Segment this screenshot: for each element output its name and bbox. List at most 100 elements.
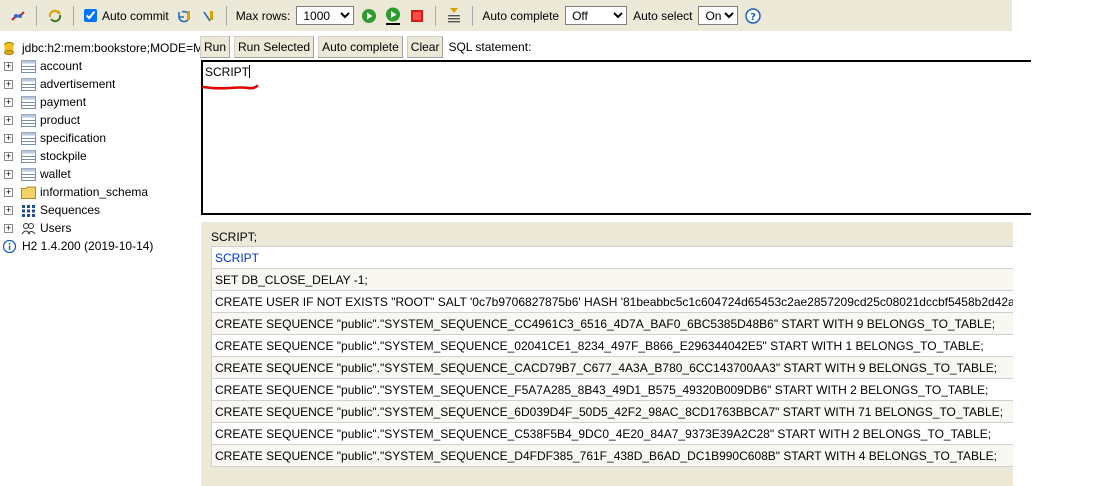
toolbar-separator [225, 5, 227, 26]
folder-icon [21, 186, 36, 199]
table-row: CREATE USER IF NOT EXISTS "ROOT" SALT '0… [211, 290, 1013, 313]
result-cell: CREATE SEQUENCE "public"."SYSTEM_SEQUENC… [211, 334, 1013, 357]
expand-icon[interactable]: + [4, 151, 13, 161]
connection-url: jdbc:h2:mem:bookstore;MODE=M [22, 41, 200, 55]
tree-item-account[interactable]: + account [0, 57, 82, 75]
expand-icon[interactable]: + [4, 133, 13, 143]
results-panel: SCRIPT; SCRIPT SET DB_CLOSE_DELAY -1; CR… [201, 222, 1013, 486]
table-row: CREATE SEQUENCE "public"."SYSTEM_SEQUENC… [211, 444, 1013, 467]
expand-icon[interactable]: + [4, 205, 13, 215]
disconnect-icon[interactable] [9, 7, 27, 25]
users-icon [21, 222, 36, 234]
run-selected-icon[interactable] [384, 7, 402, 25]
result-cell: CREATE SEQUENCE "public"."SYSTEM_SEQUENC… [211, 378, 1013, 401]
refresh-icon[interactable] [46, 7, 64, 25]
table-row: CREATE SEQUENCE "public"."SYSTEM_SEQUENC… [211, 378, 1013, 401]
table-icon [21, 131, 36, 145]
toolbar: Auto commit Max rows: 1000 Auto complete… [0, 0, 1012, 31]
run-selected-button[interactable]: Run Selected [234, 36, 315, 58]
table-icon [21, 95, 36, 109]
table-row: SET DB_CLOSE_DELAY -1; [211, 268, 1013, 291]
table-row: CREATE SEQUENCE "public"."SYSTEM_SEQUENC… [211, 400, 1013, 423]
tree-label: stockpile [40, 149, 87, 163]
info-icon [3, 239, 16, 253]
toolbar-separator [435, 5, 437, 26]
auto-complete-select[interactable]: Off [565, 6, 628, 25]
expand-icon[interactable]: + [4, 169, 13, 179]
table-row: CREATE SEQUENCE "public"."SYSTEM_SEQUENC… [211, 312, 1013, 335]
tree-item-sequences[interactable]: + Sequences [0, 201, 100, 219]
expand-icon[interactable]: + [4, 115, 13, 125]
max-rows-select[interactable]: 1000 [296, 6, 355, 25]
toolbar-separator [73, 5, 74, 26]
tree-item-version: H2 1.4.200 (2019-10-14) [0, 237, 153, 255]
tree-item-advertisement[interactable]: + advertisement [0, 75, 115, 93]
tree-label: Users [40, 221, 72, 235]
auto-select-label: Auto select [633, 8, 693, 23]
table-row: CREATE SEQUENCE "public"."SYSTEM_SEQUENC… [211, 422, 1013, 445]
connection-node[interactable]: jdbc:h2:mem:bookstore;MODE=M [0, 39, 200, 57]
tree-label: specification [40, 131, 107, 145]
toolbar-separator [472, 5, 474, 26]
schema-tree: jdbc:h2:mem:bookstore;MODE=M + account +… [0, 36, 200, 486]
result-cell: CREATE SEQUENCE "public"."SYSTEM_SEQUENC… [211, 312, 1013, 335]
table-icon [21, 59, 36, 73]
help-icon[interactable]: ? [744, 7, 762, 25]
auto-commit-checkbox[interactable] [84, 9, 97, 22]
version-label: H2 1.4.200 (2019-10-14) [22, 239, 154, 253]
sql-editor[interactable]: SCRIPT [201, 60, 1031, 215]
stop-icon[interactable] [408, 7, 426, 25]
red-underline-annotation [202, 84, 259, 90]
tree-item-product[interactable]: + product [0, 111, 80, 129]
result-cell: CREATE SEQUENCE "public"."SYSTEM_SEQUENC… [211, 444, 1013, 467]
commit-icon[interactable] [199, 7, 217, 25]
expand-icon[interactable]: + [4, 223, 13, 233]
tree-item-users[interactable]: + Users [0, 219, 71, 237]
result-cell: CREATE SEQUENCE "public"."SYSTEM_SEQUENC… [211, 422, 1013, 445]
result-header-row: SCRIPT [211, 246, 1013, 269]
history-icon[interactable] [445, 7, 463, 25]
expand-icon[interactable]: + [4, 97, 13, 107]
result-cell: CREATE SEQUENCE "public"."SYSTEM_SEQUENC… [211, 400, 1013, 423]
auto-complete-label: Auto complete [482, 8, 560, 23]
auto-select-select[interactable]: On [698, 6, 739, 25]
rollback-icon[interactable] [175, 7, 193, 25]
run-icon[interactable] [360, 7, 378, 25]
expand-icon[interactable]: + [4, 61, 13, 71]
tree-label: Sequences [40, 203, 101, 217]
table-row: CREATE SEQUENCE "public"."SYSTEM_SEQUENC… [211, 356, 1013, 379]
result-cell: SET DB_CLOSE_DELAY -1; [211, 268, 1013, 291]
executed-query: SCRIPT; [211, 230, 258, 244]
tree-label: payment [40, 95, 87, 109]
tree-label: advertisement [40, 77, 116, 91]
tree-label: product [40, 113, 81, 127]
max-rows-label: Max rows: [235, 8, 291, 23]
text-caret [249, 65, 251, 78]
tree-item-information-schema[interactable]: + information_schema [0, 183, 148, 201]
command-bar: Run Run Selected Auto complete Clear SQL… [200, 36, 531, 58]
result-table: SCRIPT SET DB_CLOSE_DELAY -1; CREATE USE… [211, 246, 1013, 467]
tree-label: information_schema [40, 185, 149, 199]
tree-item-stockpile[interactable]: + stockpile [0, 147, 87, 165]
toolbar-separator [36, 5, 37, 26]
tree-item-wallet[interactable]: + wallet [0, 165, 71, 183]
sql-statement-label: SQL statement: [448, 40, 532, 54]
table-icon [21, 149, 36, 163]
result-cell: CREATE USER IF NOT EXISTS "ROOT" SALT '0… [211, 290, 1013, 313]
tree-label: account [40, 59, 83, 73]
database-icon [4, 41, 14, 55]
table-icon [21, 77, 36, 91]
run-button[interactable]: Run [200, 36, 231, 58]
expand-icon[interactable]: + [4, 187, 13, 197]
result-column-header[interactable]: SCRIPT [211, 246, 1013, 269]
tree-item-payment[interactable]: + payment [0, 93, 86, 111]
tree-label: wallet [40, 167, 71, 181]
tree-item-specification[interactable]: + specification [0, 129, 106, 147]
table-icon [21, 167, 36, 181]
result-cell: CREATE SEQUENCE "public"."SYSTEM_SEQUENC… [211, 356, 1013, 379]
table-icon [21, 113, 36, 127]
clear-button[interactable]: Clear [406, 36, 444, 58]
auto-complete-button[interactable]: Auto complete [318, 36, 403, 58]
sql-editor-text: SCRIPT [205, 65, 250, 79]
expand-icon[interactable]: + [4, 79, 13, 89]
